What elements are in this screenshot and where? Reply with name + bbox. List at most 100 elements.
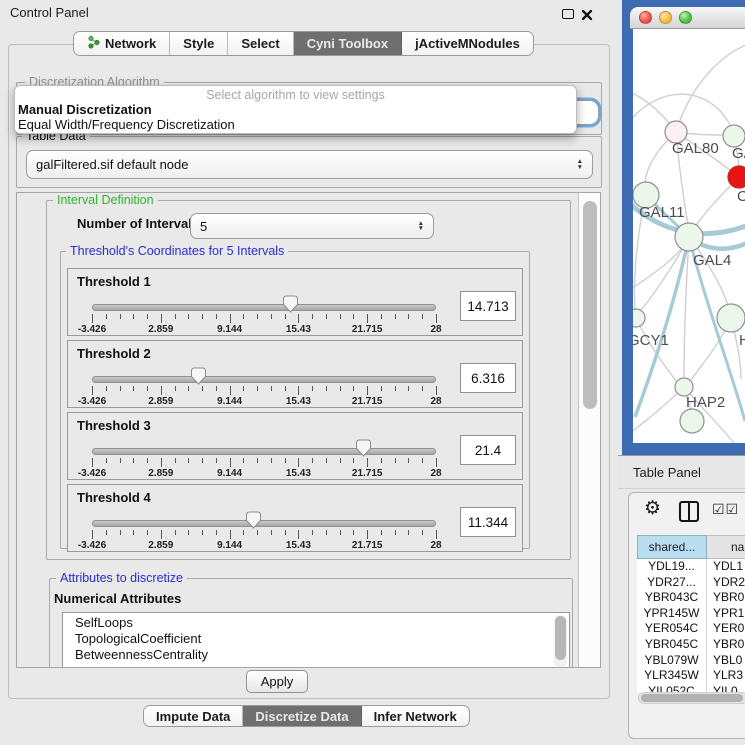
table-row[interactable]: YPR145WYPR1 [637, 606, 745, 622]
table-cell[interactable]: YBL079W [637, 653, 707, 669]
slider-thumb[interactable] [355, 439, 372, 458]
threshold-value-field[interactable] [460, 507, 516, 537]
network-edge[interactable] [676, 43, 745, 132]
zoom-traffic-light[interactable] [679, 11, 692, 24]
threshold-value-field[interactable] [460, 435, 516, 465]
tick-label: 28 [430, 468, 441, 479]
tick-mark [395, 314, 396, 319]
tick-mark [285, 530, 286, 535]
tab-infer-network[interactable]: Infer Network [362, 706, 469, 726]
close-traffic-light[interactable] [639, 11, 652, 24]
slider-track[interactable] [92, 520, 436, 527]
pane-scrollbar[interactable] [578, 193, 601, 667]
table-cell[interactable]: YBR0 [707, 590, 745, 606]
network-edge[interactable] [633, 247, 683, 291]
table-row[interactable]: YBL079WYBL0 [637, 653, 745, 669]
tick-mark [243, 386, 244, 391]
slider-track[interactable] [92, 376, 436, 383]
tab-jactivemnodules[interactable]: jActiveMNodules [402, 32, 533, 55]
list-scrollbar[interactable] [554, 615, 567, 668]
table-cell[interactable]: YER0 [707, 621, 745, 637]
table-row[interactable]: YLR345WYLR3 [637, 668, 745, 684]
tab-style[interactable]: Style [170, 32, 228, 55]
tick-mark [188, 458, 189, 463]
checkbox-checked-icons[interactable]: ☑☑ [712, 501, 739, 518]
table-cell[interactable]: YPR145W [637, 606, 707, 622]
table-cell[interactable]: YER054C [637, 621, 707, 637]
table-cell[interactable]: YBR0 [707, 637, 745, 653]
scrollbar-thumb[interactable] [583, 201, 597, 409]
table-cell[interactable]: YBR043C [637, 590, 707, 606]
slider-thumb[interactable] [245, 511, 262, 530]
network-node[interactable] [633, 309, 645, 327]
tick-mark [381, 314, 382, 319]
slider-tick-labels: -3.4262.8599.14415.4321.71528 [92, 324, 436, 336]
table-cell[interactable]: YLR345W [637, 668, 707, 684]
threshold-panel: Threshold 3 -3.4262.8599.14415.4321.7152… [67, 412, 523, 480]
table-cell[interactable]: YLR3 [707, 668, 745, 684]
network-node[interactable] [675, 223, 703, 251]
float-window-icon[interactable] [562, 9, 574, 19]
threshold-panel: Threshold 2 -3.4262.8599.14415.4321.7152… [67, 340, 523, 408]
table-row[interactable]: YER054CYER0 [637, 621, 745, 637]
tab-label: Select [241, 36, 279, 51]
tick-mark [326, 386, 327, 391]
table-row[interactable]: YDR27...YDR2 [637, 575, 745, 591]
tab-network[interactable]: Network [74, 32, 170, 55]
network-canvas[interactable]: GAL80GACGAL11GAL4GCY1HHAP2 [633, 29, 745, 443]
slider-track[interactable] [92, 448, 436, 455]
columns-icon[interactable] [679, 501, 699, 522]
threshold-value-field[interactable] [460, 363, 516, 393]
table-cell[interactable]: YPR1 [707, 606, 745, 622]
network-node[interactable] [728, 166, 745, 188]
tab-cyni-toolbox[interactable]: Cyni Toolbox [294, 32, 402, 55]
table-cell[interactable]: YBR045C [637, 637, 707, 653]
close-icon[interactable] [581, 8, 593, 26]
tick-mark [326, 458, 327, 463]
tab-impute-data[interactable]: Impute Data [144, 706, 243, 726]
apply-button[interactable]: Apply [246, 670, 308, 693]
tab-discretize-data[interactable]: Discretize Data [243, 706, 361, 726]
network-node[interactable] [680, 409, 704, 433]
dropdown-hint: Select algorithm to view settings [15, 88, 576, 102]
gear-icon[interactable]: ⚙ [644, 497, 661, 520]
column-header-name[interactable]: name [707, 535, 745, 559]
table-row[interactable]: YBR045CYBR0 [637, 637, 745, 653]
tick-mark [353, 314, 354, 319]
slider-ticks [92, 458, 436, 468]
tab-select[interactable]: Select [228, 32, 293, 55]
scrollbar-thumb[interactable] [641, 694, 743, 702]
tick-mark [133, 530, 134, 535]
slider-track[interactable] [92, 304, 436, 311]
table-cell[interactable]: YDR2 [707, 575, 745, 591]
list-item[interactable]: TopologicalCoefficient [75, 631, 569, 647]
table-cell[interactable]: YBL0 [707, 653, 745, 669]
dropdown-option-manual[interactable]: Manual Discretization [15, 102, 576, 117]
minimize-traffic-light[interactable] [659, 11, 672, 24]
tick-mark [326, 530, 327, 535]
tick-mark [216, 314, 217, 319]
table-cell[interactable]: YDL1 [707, 559, 745, 575]
settings-scrollpane: Interval Definition Number of Intervals … [16, 192, 601, 668]
tick-mark [230, 386, 231, 395]
table-data-combobox[interactable]: galFiltered.sif default node ▲▼ [26, 150, 593, 179]
table-row[interactable]: YDL19...YDL1 [637, 559, 745, 575]
horizontal-scrollbar[interactable] [638, 692, 745, 704]
network-node[interactable] [723, 125, 745, 147]
slider-thumb[interactable] [190, 367, 207, 386]
slider-thumb[interactable] [282, 295, 299, 314]
number-of-intervals-combobox[interactable]: 5 ▲▼ [190, 213, 434, 239]
dropdown-option-equal-width[interactable]: Equal Width/Frequency Discretization [15, 117, 576, 132]
network-edge[interactable] [633, 387, 684, 435]
list-item[interactable]: SelfLoops [75, 615, 569, 631]
table-row[interactable]: YBR043CYBR0 [637, 590, 745, 606]
network-node[interactable] [717, 304, 745, 332]
thresholds-list: Threshold 1 -3.4262.8599.14415.4321.7152… [61, 268, 523, 556]
tick-mark [243, 314, 244, 319]
list-item[interactable]: BetweennessCentrality [75, 647, 569, 663]
table-cell[interactable]: YDL19... [637, 559, 707, 575]
network-window-titlebar[interactable] [630, 7, 745, 29]
column-header-shared-name[interactable]: shared... [637, 535, 707, 559]
threshold-value-field[interactable] [460, 291, 516, 321]
table-cell[interactable]: YDR27... [637, 575, 707, 591]
